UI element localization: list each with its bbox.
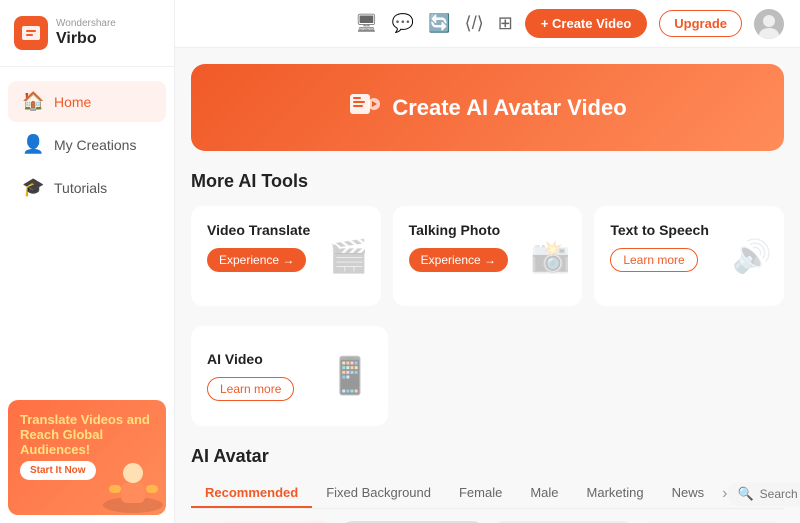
logo-icon	[14, 16, 48, 50]
tool-btn-video-translate[interactable]: Experience →	[207, 248, 306, 272]
ai-video-decoration: 📱	[328, 355, 373, 397]
code-icon[interactable]: ⟨/⟩	[465, 13, 484, 34]
tool-card-talking-photo: Talking Photo Experience → 📸	[393, 206, 583, 306]
banner-start-button[interactable]: Start It Now	[20, 461, 96, 480]
home-icon: 🏠	[22, 91, 44, 112]
tutorials-icon: 🎓	[22, 177, 44, 198]
user-avatar[interactable]	[754, 9, 784, 39]
app-logo: Wondershare Virbo	[0, 0, 174, 67]
more-tools-title: More AI Tools	[191, 171, 784, 192]
tab-female[interactable]: Female	[445, 479, 516, 508]
banner-title-highlight: Translate Videos	[20, 412, 123, 427]
tool-btn-text-to-speech[interactable]: Learn more	[610, 248, 697, 272]
search-input[interactable]	[760, 487, 800, 501]
sidebar: Wondershare Virbo 🏠 Home 👤 My Creations …	[0, 0, 175, 523]
tool-card-ai-video: AI Video Learn more 📱	[191, 326, 388, 426]
grid-icon[interactable]: ⊞	[498, 13, 513, 34]
sidebar-item-tutorials[interactable]: 🎓 Tutorials	[8, 167, 166, 208]
creations-icon: 👤	[22, 134, 44, 155]
banner-title: Translate Videos and Reach Global Audien…	[20, 412, 154, 457]
main-content: 🖥 💬 🔄 ⟨/⟩ ⊞ + Create Video Upgrade	[175, 0, 800, 523]
talking-photo-decoration: 📸	[530, 237, 570, 275]
sidebar-nav: 🏠 Home 👤 My Creations 🎓 Tutorials	[0, 67, 174, 392]
tool-title-talking-photo: Talking Photo	[409, 222, 567, 238]
tool-title-text-to-speech: Text to Speech	[610, 222, 768, 238]
sidebar-item-creations-label: My Creations	[54, 137, 136, 153]
hero-label: Create AI Avatar Video	[392, 95, 626, 121]
tab-fixed-background[interactable]: Fixed Background	[312, 479, 445, 508]
tool-card-text-to-speech: Text to Speech Learn more 🔊	[594, 206, 784, 306]
tool-title-video-translate: Video Translate	[207, 222, 365, 238]
tab-male[interactable]: Male	[516, 479, 572, 508]
tab-marketing[interactable]: Marketing	[573, 479, 658, 508]
content-area: Create AI Avatar Video More AI Tools Vid…	[175, 48, 800, 523]
header-icons: 🖥 💬 🔄 ⟨/⟩ ⊞	[355, 13, 513, 34]
banner-image	[101, 455, 166, 515]
sidebar-item-home-label: Home	[54, 94, 91, 110]
tab-search-box[interactable]: 🔍	[727, 482, 800, 506]
logo-name: Virbo	[56, 30, 116, 48]
avatar-tabs: Recommended Fixed Background Female Male…	[191, 479, 784, 509]
sidebar-promo-banner: Translate Videos and Reach Global Audien…	[8, 400, 166, 515]
sidebar-item-home[interactable]: 🏠 Home	[8, 81, 166, 122]
monitor-icon[interactable]: 🖥	[355, 13, 378, 34]
tool-btn-talking-photo[interactable]: Experience →	[409, 248, 508, 272]
logo-brand: Wondershare	[56, 18, 116, 30]
sidebar-item-creations[interactable]: 👤 My Creations	[8, 124, 166, 165]
header: 🖥 💬 🔄 ⟨/⟩ ⊞ + Create Video Upgrade	[175, 0, 800, 48]
upgrade-button[interactable]: Upgrade	[659, 10, 742, 37]
text-to-speech-decoration: 🔊	[732, 237, 772, 275]
ai-avatar-title: AI Avatar	[191, 446, 784, 467]
tool-card-video-translate: Video Translate Experience → 🎬	[191, 206, 381, 306]
tab-news[interactable]: News	[658, 479, 719, 508]
search-icon: 🔍	[737, 486, 753, 502]
tools-grid: Video Translate Experience → 🎬 Talking P…	[191, 206, 784, 306]
tab-recommended[interactable]: Recommended	[191, 479, 312, 508]
video-translate-decoration: 🎬	[329, 237, 369, 275]
chat-icon[interactable]: 💬	[392, 13, 414, 34]
tool-title-ai-video: AI Video	[207, 351, 294, 367]
hero-banner[interactable]: Create AI Avatar Video	[191, 64, 784, 151]
refresh-icon[interactable]: 🔄	[428, 13, 450, 34]
sidebar-item-tutorials-label: Tutorials	[54, 180, 107, 196]
hero-icon	[348, 88, 380, 127]
tool-btn-ai-video[interactable]: Learn more	[207, 377, 294, 401]
create-video-button[interactable]: + Create Video	[525, 9, 647, 38]
